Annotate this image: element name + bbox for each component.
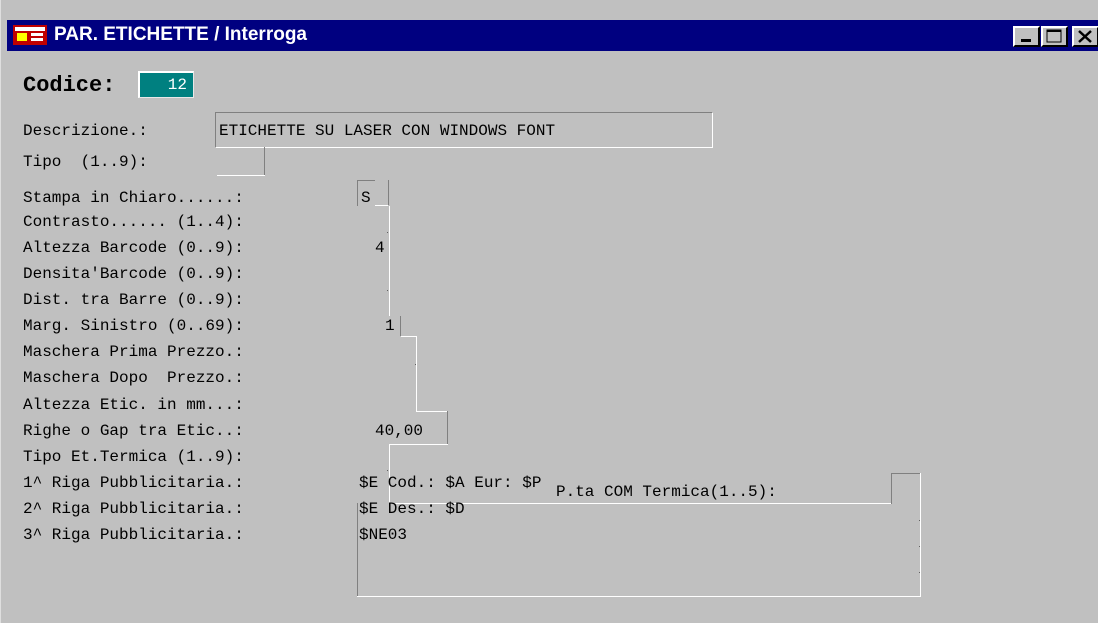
porta-com-field[interactable] — [891, 473, 921, 474]
maschera-prima-label: Maschera Prima Prezzo.: — [23, 343, 244, 361]
maschera-field[interactable] — [416, 336, 417, 412]
riga-pubblicitaria-1-value: $E Cod.: $A Eur: $P — [359, 474, 542, 492]
altezza-barcode-value: 4 — [375, 239, 385, 257]
riga-pubblicitaria-3-label: 3^ Riga Pubblicitaria.: — [23, 526, 244, 544]
marg-sinistro-value: 1 — [385, 317, 395, 335]
close-button[interactable] — [1072, 26, 1098, 47]
tipo-termica-label: Tipo Et.Termica (1..9): — [23, 448, 244, 466]
riga-pubblicitaria-field[interactable] — [357, 503, 358, 597]
codice-value: 12 — [167, 76, 187, 94]
maximize-button[interactable] — [1041, 26, 1068, 47]
codice-label: Codice: — [23, 73, 116, 98]
app-icon — [13, 25, 47, 45]
tipo-field[interactable] — [217, 147, 265, 176]
altezza-etic-label: Altezza Etic. in mm...: — [23, 396, 244, 414]
window: PAR. ETICHETTE / Interroga Codice: 12 De… — [0, 0, 1098, 623]
descrizione-value: ETICHETTE SU LASER CON WINDOWS FONT — [219, 122, 556, 140]
minimize-button[interactable] — [1013, 26, 1040, 47]
maximize-icon — [1046, 29, 1062, 43]
codice-field[interactable]: 12 — [138, 71, 194, 98]
stampa-chiaro-label: Stampa in Chiaro......: — [23, 189, 244, 207]
riga-pubblicitaria-2-label: 2^ Riga Pubblicitaria.: — [23, 500, 244, 518]
altezza-etic-field[interactable] — [447, 411, 448, 445]
window-title: PAR. ETICHETTE / Interroga — [54, 24, 308, 45]
righe-gap-label: Righe o Gap tra Etic..: — [23, 422, 244, 440]
contrasto-field[interactable] — [389, 206, 390, 316]
marg-sinistro-label: Marg. Sinistro (0..69): — [23, 317, 244, 335]
close-icon — [1078, 30, 1092, 43]
altezza-barcode-label: Altezza Barcode (0..9): — [23, 239, 244, 257]
densita-barcode-label: Densita'Barcode (0..9): — [23, 265, 244, 283]
maschera-dopo-label: Maschera Dopo Prezzo.: — [23, 369, 244, 387]
altezza-etic-value: 40,00 — [375, 422, 424, 440]
descrizione-label: Descrizione.: — [23, 122, 148, 140]
stampa-chiaro-value: S — [361, 189, 371, 207]
tipo-label: Tipo (1..9): — [23, 153, 148, 171]
minimize-icon — [1021, 39, 1031, 42]
riga-pubblicitaria-1-label: 1^ Riga Pubblicitaria.: — [23, 474, 244, 492]
riga-pubblicitaria-2-value: $E Des.: $D — [359, 500, 465, 518]
dist-barre-label: Dist. tra Barre (0..9): — [23, 291, 244, 309]
contrasto-label: Contrasto...... (1..4): — [23, 213, 244, 231]
porta-com-label: P.ta COM Termica(1..5): — [556, 483, 777, 501]
riga-pubblicitaria-3-value: $NE03 — [359, 526, 408, 544]
